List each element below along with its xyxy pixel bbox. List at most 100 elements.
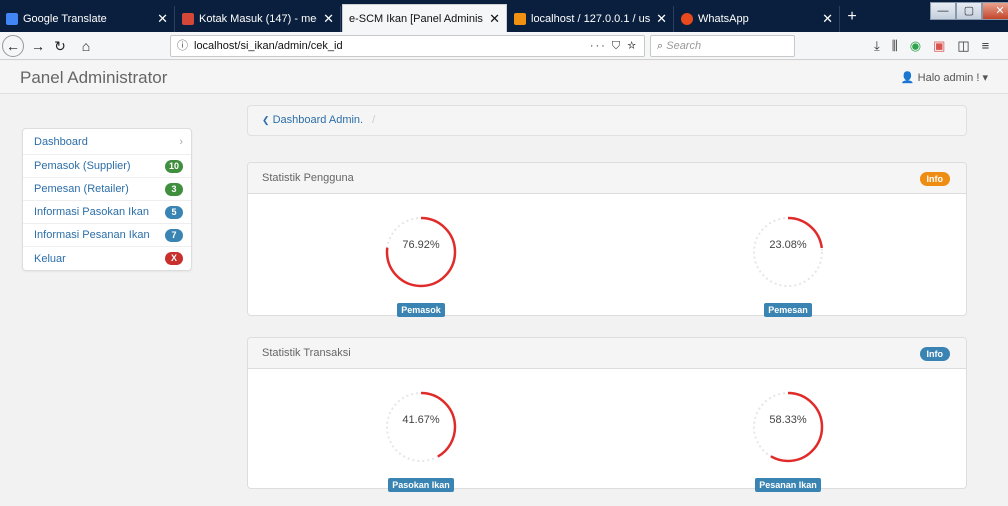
breadcrumb-dashboard-link[interactable]: Dashboard Admin. bbox=[273, 114, 364, 126]
close-tab-icon[interactable]: ✕ bbox=[489, 11, 500, 27]
gauge-label: Pesanan Ikan bbox=[755, 478, 821, 492]
sidebar-item[interactable]: Dashboard › bbox=[23, 129, 191, 155]
forward-button[interactable]: → bbox=[28, 36, 48, 56]
close-tab-icon[interactable]: ✕ bbox=[323, 11, 334, 27]
gauge-value: 76.92% bbox=[402, 239, 440, 251]
gauge-pasokan-ikan: 41.67% Pasokan Ikan bbox=[376, 382, 466, 493]
gauge-ring bbox=[385, 391, 457, 463]
browser-tab-gmail[interactable]: Kotak Masuk (147) - medqashli ✕ bbox=[176, 6, 341, 32]
library-icon[interactable]: ⫼ bbox=[892, 38, 898, 54]
download-icon[interactable]: ⤓ bbox=[874, 38, 880, 54]
gauge-value: 23.08% bbox=[769, 239, 807, 251]
sidebar-item[interactable]: Pemasok (Supplier) 10 bbox=[23, 155, 191, 178]
sidebar-item-label: Pemasok (Supplier) bbox=[34, 160, 131, 172]
close-tab-icon[interactable]: ✕ bbox=[157, 11, 168, 27]
user-menu-label: Halo admin ! ▾ bbox=[917, 72, 988, 84]
search-input[interactable]: ⌕ Search bbox=[650, 35, 795, 57]
gauge-arc bbox=[752, 391, 824, 463]
sidebar-item[interactable]: Informasi Pesanan Ikan 7 bbox=[23, 224, 191, 247]
panel-header: Statistik Pengguna Info bbox=[248, 163, 966, 194]
sidebar: Dashboard › Pemasok (Supplier) 10 Pemesan (R… bbox=[22, 128, 192, 271]
sidebar-item-label: Pemesan (Retailer) bbox=[34, 183, 129, 195]
maximize-button[interactable]: ▢ bbox=[956, 2, 982, 20]
close-window-button[interactable]: ✕ bbox=[982, 2, 1008, 20]
gauge-ring bbox=[752, 216, 824, 288]
gauge-ring bbox=[752, 391, 824, 463]
google-translate-icon bbox=[6, 13, 18, 25]
browser-tab-google-translate[interactable]: Google Translate ✕ bbox=[0, 6, 175, 32]
extension-icon[interactable]: ▣ bbox=[933, 38, 945, 54]
tab-title: localhost / 127.0.0.1 / users | ph bbox=[531, 13, 651, 25]
tab-title: e-SCM Ikan [Panel Administrator] bbox=[349, 12, 483, 25]
toolbar-icons: ⤓ ⫼ ◉ ▣ ◫ ≡ bbox=[874, 38, 989, 54]
info-badge: Info bbox=[919, 347, 950, 361]
whatsapp-icon bbox=[681, 13, 693, 25]
breadcrumb-separator: / bbox=[372, 114, 376, 126]
gauge-pesanan-ikan: 58.33% Pesanan Ikan bbox=[743, 382, 833, 493]
sidebar-item-label: Keluar bbox=[34, 252, 66, 265]
user-icon: 👤 bbox=[900, 72, 915, 84]
app-header: Panel Administrator 👤 Halo admin ! ▾ bbox=[0, 61, 1008, 94]
phpmyadmin-icon bbox=[514, 13, 526, 25]
app-title[interactable]: Panel Administrator bbox=[20, 68, 167, 88]
arrow-left-icon: ← bbox=[6, 38, 20, 54]
browser-tab-phpmyadmin[interactable]: localhost / 127.0.0.1 / users | ph ✕ bbox=[508, 6, 674, 32]
gauge-label: Pasokan Ikan bbox=[388, 478, 454, 492]
sidebar-item-label: Dashboard bbox=[34, 135, 88, 148]
browser-tab-whatsapp[interactable]: WhatsApp ✕ bbox=[675, 6, 840, 32]
panel-title: Statistik Pengguna bbox=[262, 172, 354, 184]
gauge-pemasok: 76.92% Pemasok bbox=[376, 207, 466, 318]
extension-icon[interactable]: ◉ bbox=[910, 38, 921, 54]
chevron-right-icon: › bbox=[179, 135, 183, 148]
url-text: localhost/si_ikan/admin/cek_id bbox=[194, 40, 343, 52]
gauge-label: Pemasok bbox=[397, 303, 445, 317]
panel-title: Statistik Transaksi bbox=[262, 347, 351, 359]
sidebar-item-label: Informasi Pesanan Ikan bbox=[34, 229, 150, 241]
tab-title: WhatsApp bbox=[698, 13, 749, 25]
close-tab-icon[interactable]: ✕ bbox=[656, 11, 667, 27]
count-badge: 7 bbox=[165, 228, 183, 242]
arrow-right-icon: → bbox=[31, 38, 45, 54]
window-controls: — ▢ ✕ bbox=[930, 2, 1008, 22]
address-bar[interactable]: ⓘ localhost/si_ikan/admin/cek_id ··· ⛉ ☆ bbox=[170, 35, 645, 57]
tab-title: Kotak Masuk (147) - medqashli bbox=[199, 13, 317, 25]
gauge-label: Pemesan bbox=[764, 303, 812, 317]
browser-nav-bar: ← → ↻ ⌂ ⓘ localhost/si_ikan/admin/cek_id … bbox=[0, 32, 1008, 60]
reload-icon: ↻ bbox=[54, 38, 66, 54]
minimize-button[interactable]: — bbox=[930, 2, 956, 20]
gauge-arc bbox=[385, 391, 457, 463]
gauge-ring bbox=[385, 216, 457, 288]
page-actions[interactable]: ··· ⛉ ☆ bbox=[590, 36, 638, 56]
sidebar-item[interactable]: Informasi Pasokan Ikan 5 bbox=[23, 201, 191, 224]
sidebar-icon[interactable]: ◫ bbox=[957, 38, 969, 54]
count-badge: 3 bbox=[165, 182, 183, 196]
sidebar-item-label: Informasi Pasokan Ikan bbox=[34, 206, 149, 218]
count-badge: X bbox=[165, 252, 183, 265]
info-icon[interactable]: ⓘ bbox=[177, 40, 188, 52]
search-placeholder: Search bbox=[666, 40, 702, 52]
search-icon: ⌕ bbox=[657, 40, 664, 52]
browser-tab-escm[interactable]: e-SCM Ikan [Panel Administrator] ✕ bbox=[342, 4, 507, 32]
reload-button[interactable]: ↻ bbox=[50, 36, 70, 56]
gauge-arc bbox=[385, 216, 457, 288]
gauge-value: 58.33% bbox=[769, 414, 807, 426]
gmail-icon bbox=[182, 13, 194, 25]
user-menu[interactable]: 👤 Halo admin ! ▾ bbox=[901, 71, 988, 84]
chevron-left-icon: ❮ bbox=[262, 115, 270, 125]
breadcrumb: ❮ Dashboard Admin. / bbox=[247, 105, 967, 136]
panel-statistik-pengguna: Statistik Pengguna Info 76.92% Pemasok 23… bbox=[247, 162, 967, 318]
tab-title: Google Translate bbox=[23, 13, 107, 25]
sidebar-item[interactable]: Keluar X bbox=[23, 247, 191, 270]
menu-icon[interactable]: ≡ bbox=[982, 38, 990, 54]
count-badge: 10 bbox=[164, 159, 183, 173]
home-icon: ⌂ bbox=[81, 38, 91, 54]
sidebar-item[interactable]: Pemesan (Retailer) 3 bbox=[23, 178, 191, 201]
new-tab-button[interactable]: + bbox=[843, 8, 861, 26]
panel-header: Statistik Transaksi Info bbox=[248, 338, 966, 369]
close-tab-icon[interactable]: ✕ bbox=[822, 11, 833, 27]
gauge-value: 41.67% bbox=[402, 414, 440, 426]
browser-tab-bar: Google Translate ✕ Kotak Masuk (147) - m… bbox=[0, 0, 1008, 32]
info-badge: Info bbox=[919, 172, 950, 186]
back-button[interactable]: ← bbox=[2, 35, 24, 57]
home-button[interactable]: ⌂ bbox=[76, 36, 96, 56]
